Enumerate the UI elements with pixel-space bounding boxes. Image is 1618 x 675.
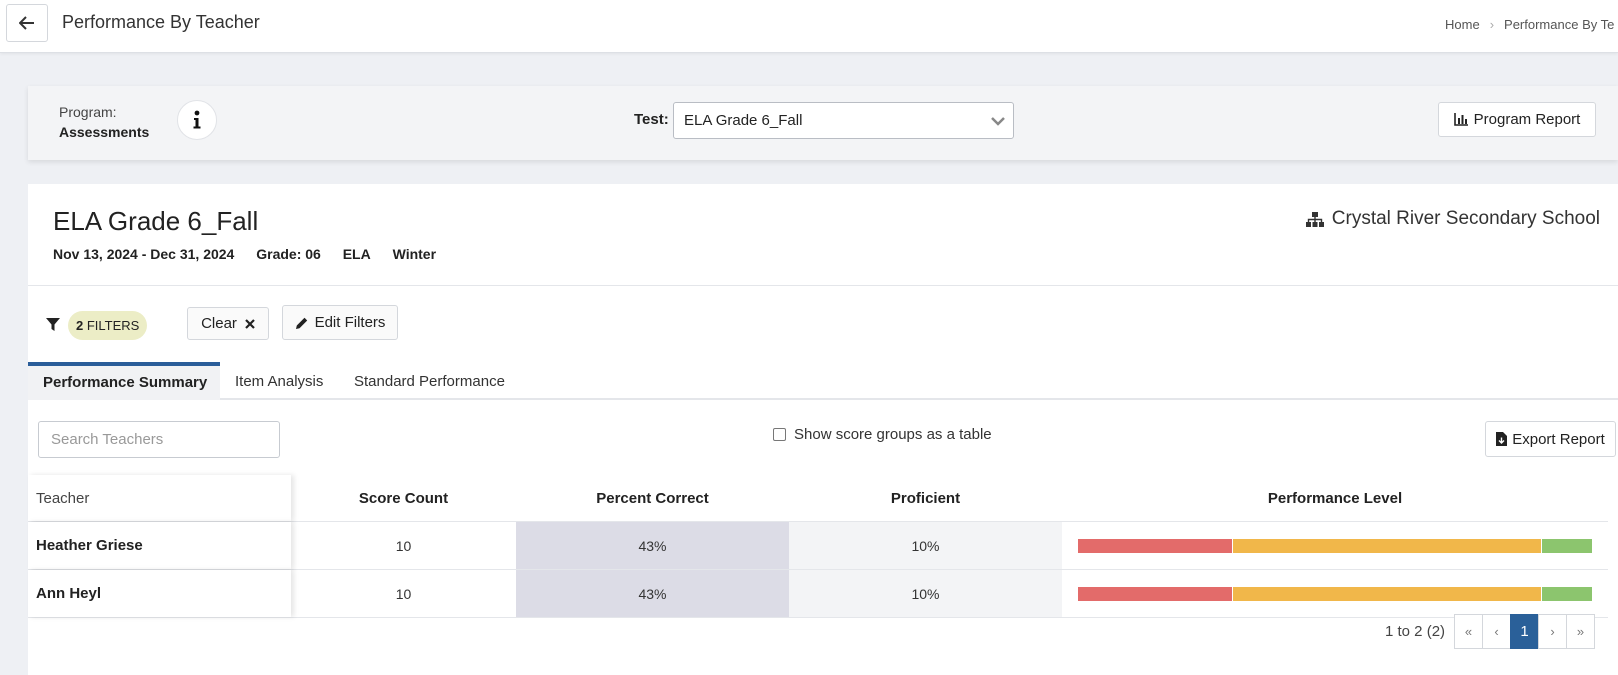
program-label: Program: — [59, 104, 117, 120]
show-groups-label: Show score groups as a table — [794, 426, 992, 443]
teacher-name[interactable]: Heather Griese — [28, 522, 291, 569]
season: Winter — [392, 246, 437, 262]
filter-icon — [46, 318, 60, 331]
subject: ELA — [342, 246, 371, 262]
tab-item-analysis[interactable]: Item Analysis — [235, 362, 323, 400]
edit-filters-label: Edit Filters — [314, 314, 386, 331]
tab-bar: Performance Summary Item Analysis Standa… — [28, 362, 1618, 400]
divider — [28, 285, 1618, 286]
school-name: Crystal River Secondary School — [1305, 208, 1600, 230]
date-range: Nov 13, 2024 - Dec 31, 2024 — [53, 246, 235, 262]
tab-performance-summary[interactable]: Performance Summary — [28, 362, 220, 400]
table-bottom-border — [28, 617, 1608, 618]
clear-filters-button[interactable]: Clear — [187, 307, 269, 340]
table-row: Ann Heyl 10 43% 10% — [28, 569, 1608, 617]
performance-level-bar[interactable] — [1078, 586, 1592, 601]
filter-count-badge: 2 FILTERS — [68, 310, 148, 340]
chevron-down-icon — [991, 117, 1005, 126]
next-page-button[interactable]: › — [1538, 614, 1568, 649]
below-basic-segment[interactable] — [1078, 538, 1233, 553]
prev-page-button[interactable]: ‹ — [1482, 614, 1512, 649]
test-title: ELA Grade 6_Fall — [53, 206, 259, 236]
column-header-proficient[interactable]: Proficient — [789, 475, 1062, 521]
program-report-button[interactable]: Program Report — [1438, 102, 1596, 137]
test-meta: Nov 13, 2024 - Dec 31, 2024 Grade: 06 EL… — [53, 246, 454, 262]
show-groups-checkbox[interactable] — [773, 428, 786, 441]
pagination-info: 1 to 2 (2) — [1385, 623, 1446, 640]
breadcrumb: Home › Performance By Te — [1445, 17, 1614, 32]
basic-segment[interactable] — [1232, 586, 1541, 601]
breadcrumb-current: Performance By Te — [1504, 17, 1615, 32]
info-icon — [193, 110, 201, 129]
export-report-button[interactable]: Export Report — [1485, 421, 1616, 457]
info-button[interactable] — [177, 100, 217, 140]
pencil-icon — [295, 317, 307, 329]
sitemap-icon — [1305, 211, 1324, 227]
school-label: Crystal River Secondary School — [1331, 208, 1600, 229]
bar-chart-icon — [1453, 113, 1468, 126]
pagination: 1 to 2 (2) « ‹ 1 › » — [1385, 614, 1596, 649]
table-row: Heather Griese 10 43% 10% — [28, 521, 1608, 569]
file-download-icon — [1496, 432, 1508, 446]
clear-label: Clear — [201, 315, 237, 332]
program-bar: Program: Assessments Test: ELA Grade 6_F… — [28, 86, 1618, 160]
score-count: 10 — [395, 537, 412, 554]
basic-segment[interactable] — [1232, 538, 1541, 553]
filter-badge-label: FILTERS — [86, 317, 140, 333]
test-select-value: ELA Grade 6_Fall — [684, 112, 803, 129]
test-label: Test: — [634, 111, 669, 128]
program-report-label: Program Report — [1473, 111, 1581, 128]
grade: Grade: 06 — [256, 246, 321, 262]
last-page-button[interactable]: » — [1566, 614, 1596, 649]
performance-level — [1062, 570, 1608, 617]
test-select[interactable]: ELA Grade 6_Fall — [673, 102, 1014, 139]
program-value: Assessments — [59, 124, 150, 140]
proficient-segment[interactable] — [1540, 586, 1592, 601]
current-page-button[interactable]: 1 — [1510, 614, 1540, 649]
filter-count: 2 — [76, 317, 84, 333]
chevron-right-icon: › — [1489, 17, 1495, 32]
column-header-score-count[interactable]: Score Count — [291, 475, 516, 521]
filter-row: 2 FILTERS Clear Edit Filters — [46, 305, 398, 343]
proficient: 10% — [789, 570, 1062, 617]
column-header-teacher[interactable]: Teacher — [28, 475, 291, 521]
table-header: Teacher Score Count Percent Correct Prof… — [28, 475, 1608, 521]
tab-standard-performance[interactable]: Standard Performance — [354, 362, 505, 400]
arrow-left-icon — [19, 16, 34, 30]
percent-correct: 43% — [516, 522, 789, 569]
teacher-name[interactable]: Ann Heyl — [28, 570, 291, 617]
edit-filters-button[interactable]: Edit Filters — [282, 305, 398, 340]
performance-level — [1062, 522, 1608, 569]
below-basic-segment[interactable] — [1078, 586, 1233, 601]
report-card: ELA Grade 6_Fall Nov 13, 2024 - Dec 31, … — [28, 184, 1618, 675]
first-page-button[interactable]: « — [1454, 614, 1484, 649]
back-button[interactable] — [6, 4, 48, 42]
performance-level-bar[interactable] — [1078, 538, 1592, 553]
column-header-percent-correct[interactable]: Percent Correct — [516, 475, 789, 521]
search-teachers-input[interactable] — [38, 421, 280, 458]
column-header-performance-level[interactable]: Performance Level — [1062, 475, 1608, 521]
export-report-label: Export Report — [1512, 430, 1605, 448]
proficient-segment[interactable] — [1540, 538, 1592, 553]
score-count: 10 — [395, 585, 412, 602]
page-title: Performance By Teacher — [62, 12, 260, 32]
proficient: 10% — [789, 522, 1062, 569]
breadcrumb-home[interactable]: Home — [1445, 17, 1480, 32]
percent-correct: 43% — [516, 570, 789, 617]
show-score-groups-toggle[interactable]: Show score groups as a table — [773, 426, 992, 443]
top-header: Performance By Teacher Home › Performanc… — [0, 0, 1618, 53]
close-icon — [245, 318, 255, 329]
